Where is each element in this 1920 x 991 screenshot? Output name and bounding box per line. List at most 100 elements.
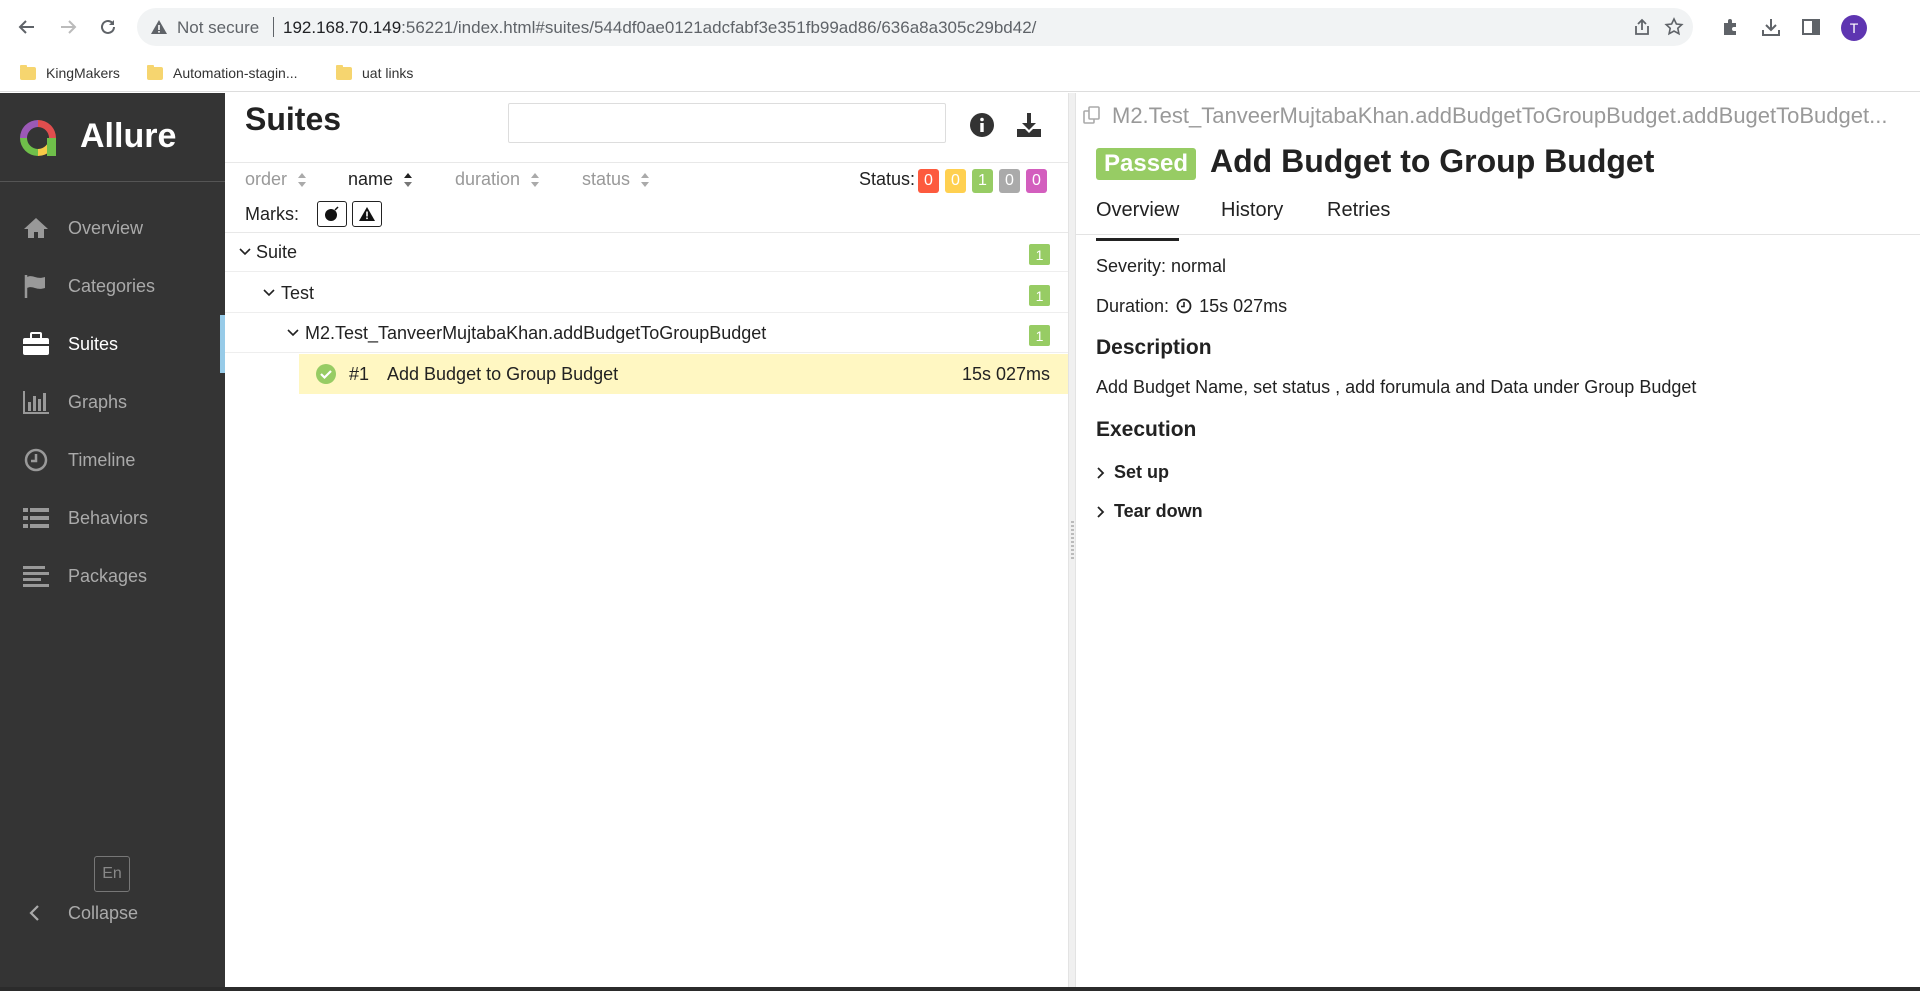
bookmark-uat-links[interactable]: uat links bbox=[336, 61, 413, 85]
sidebar-item-categories[interactable]: Categories bbox=[0, 257, 225, 315]
status-filter-label: Status: bbox=[859, 169, 916, 189]
sort-order[interactable]: order bbox=[245, 169, 307, 190]
share-icon[interactable] bbox=[1632, 17, 1652, 37]
tabs-divider bbox=[1076, 234, 1920, 235]
sidebar-item-label: Behaviors bbox=[68, 507, 149, 528]
test-full-path: M2.Test_TanveerMujtabaKhan.addBudgetToGr… bbox=[1112, 103, 1888, 128]
sidebar-item-timeline[interactable]: Timeline bbox=[0, 431, 225, 489]
test-detail-pane: M2.Test_TanveerMujtabaKhan.addBudgetToGr… bbox=[1076, 93, 1920, 987]
url-host: 192.168.70.149 bbox=[283, 18, 402, 37]
sidebar-item-label: Packages bbox=[68, 565, 148, 586]
duration-row: Duration: 15s 027ms bbox=[1096, 296, 1287, 317]
tree-row-test[interactable]: Test 1 bbox=[225, 273, 1068, 313]
reload-icon bbox=[101, 19, 115, 34]
sort-status[interactable]: status bbox=[582, 169, 650, 190]
bookmark-automation-staging[interactable]: Automation-stagin... bbox=[147, 61, 298, 85]
new-failed-mark-toggle[interactable] bbox=[352, 201, 382, 227]
sidebar-item-suites[interactable]: Suites bbox=[0, 315, 225, 373]
severity-text: Severity: normal bbox=[1096, 256, 1227, 276]
sort-label: duration bbox=[455, 169, 521, 189]
description-text: Add Budget Name, set status , add forumu… bbox=[1096, 377, 1697, 397]
bookmark-label: Automation-stagin... bbox=[173, 65, 298, 81]
status-unknown-toggle[interactable]: 0 bbox=[1026, 169, 1047, 193]
download-icon[interactable] bbox=[1760, 16, 1782, 38]
brand-name: Allure bbox=[80, 117, 177, 155]
test-case-number: #1 bbox=[349, 364, 370, 384]
count-badge: 1 bbox=[1029, 285, 1050, 306]
sort-icon bbox=[298, 172, 307, 187]
status-failed-toggle[interactable]: 0 bbox=[918, 169, 939, 193]
sidebar-item-overview[interactable]: Overview bbox=[0, 199, 225, 257]
folder-icon bbox=[20, 64, 36, 80]
step-set-up[interactable]: Set up bbox=[1096, 462, 1169, 483]
sort-icon bbox=[404, 172, 413, 187]
sort-duration[interactable]: duration bbox=[455, 169, 540, 190]
download-icon[interactable] bbox=[1015, 111, 1043, 139]
status-broken-toggle[interactable]: 0 bbox=[945, 169, 966, 193]
taskbar-strip bbox=[0, 987, 1920, 991]
sort-name[interactable]: name bbox=[348, 169, 413, 190]
test-case-title: Add Budget to Group Budget bbox=[1210, 143, 1655, 179]
duration-value: 15s 027ms bbox=[1199, 296, 1288, 316]
forward-button[interactable] bbox=[56, 15, 80, 39]
back-button[interactable] bbox=[15, 15, 39, 39]
status-passed-toggle[interactable]: 1 bbox=[972, 169, 993, 193]
folder-icon bbox=[147, 64, 163, 80]
pane-splitter[interactable] bbox=[1068, 93, 1076, 987]
collapse-button[interactable]: Collapse bbox=[0, 891, 225, 935]
sidebar-item-graphs[interactable]: Graphs bbox=[0, 373, 225, 431]
clock-icon bbox=[22, 446, 50, 474]
allure-logo-icon bbox=[20, 120, 56, 156]
chevron-down-icon bbox=[287, 329, 299, 337]
arrow-left-icon bbox=[18, 20, 34, 34]
star-icon[interactable] bbox=[1664, 17, 1684, 37]
sort-icon bbox=[531, 172, 540, 187]
step-label: Set up bbox=[1114, 462, 1170, 482]
chevron-left-icon bbox=[29, 905, 39, 921]
sidebar-item-packages[interactable]: Packages bbox=[0, 547, 225, 605]
tree-row-label: Suite bbox=[256, 242, 298, 262]
profile-avatar[interactable]: T bbox=[1841, 15, 1867, 41]
reload-button[interactable] bbox=[96, 15, 120, 39]
security-label[interactable]: Not secure bbox=[177, 18, 259, 38]
arrow-right-icon bbox=[61, 20, 77, 34]
tree-row-label: Test bbox=[281, 283, 315, 303]
extensions-icon[interactable] bbox=[1720, 16, 1742, 38]
sort-icon bbox=[641, 172, 650, 187]
language-switch[interactable]: En bbox=[94, 856, 130, 892]
count-badge: 1 bbox=[1029, 244, 1050, 265]
bookmark-kingmakers[interactable]: KingMakers bbox=[20, 61, 120, 85]
flaky-mark-toggle[interactable] bbox=[317, 201, 347, 227]
step-label: Tear down bbox=[1114, 501, 1203, 521]
browser-toolbar: Not secure 192.168.70.149:56221/index.ht… bbox=[0, 0, 1920, 54]
warning-icon bbox=[151, 20, 167, 34]
count-badge: 1 bbox=[1029, 325, 1050, 346]
allure-app: Allure Overview Categories Suites Graphs… bbox=[0, 93, 1920, 991]
drag-handle-icon bbox=[1071, 521, 1074, 561]
list-icon bbox=[22, 504, 50, 532]
status-skipped-toggle[interactable]: 0 bbox=[999, 169, 1020, 193]
side-panel-icon[interactable] bbox=[1800, 16, 1822, 38]
brand[interactable]: Allure bbox=[0, 93, 225, 182]
url-text[interactable]: 192.168.70.149:56221/index.html#suites/5… bbox=[283, 18, 1036, 38]
bar-chart-icon bbox=[22, 388, 50, 416]
tree-row-suite[interactable]: Suite 1 bbox=[225, 232, 1068, 272]
test-case-row[interactable]: #1 Add Budget to Group Budget 15s 027ms bbox=[299, 354, 1068, 394]
check-circle-icon bbox=[316, 364, 336, 384]
sidebar-item-behaviors[interactable]: Behaviors bbox=[0, 489, 225, 547]
home-icon bbox=[22, 214, 50, 242]
page-title: Suites bbox=[245, 101, 342, 137]
bookmarks-bar: KingMakers Automation-stagin... uat link… bbox=[0, 54, 1920, 92]
tree-row-class[interactable]: M2.Test_TanveerMujtabaKhan.addBudgetToGr… bbox=[225, 313, 1068, 353]
search-input[interactable] bbox=[508, 103, 946, 143]
address-bar[interactable]: Not secure 192.168.70.149:56221/index.ht… bbox=[137, 8, 1693, 46]
step-tear-down[interactable]: Tear down bbox=[1096, 501, 1203, 522]
chevron-down-icon bbox=[263, 289, 275, 297]
folder-icon bbox=[336, 64, 352, 80]
info-icon[interactable] bbox=[969, 112, 995, 138]
copy-icon[interactable] bbox=[1082, 105, 1102, 125]
chevron-right-icon bbox=[1097, 466, 1105, 479]
bomb-icon bbox=[325, 206, 339, 221]
sidebar-item-label: Graphs bbox=[68, 391, 128, 412]
suites-pane: Suites order name duration status Status… bbox=[225, 93, 1068, 987]
